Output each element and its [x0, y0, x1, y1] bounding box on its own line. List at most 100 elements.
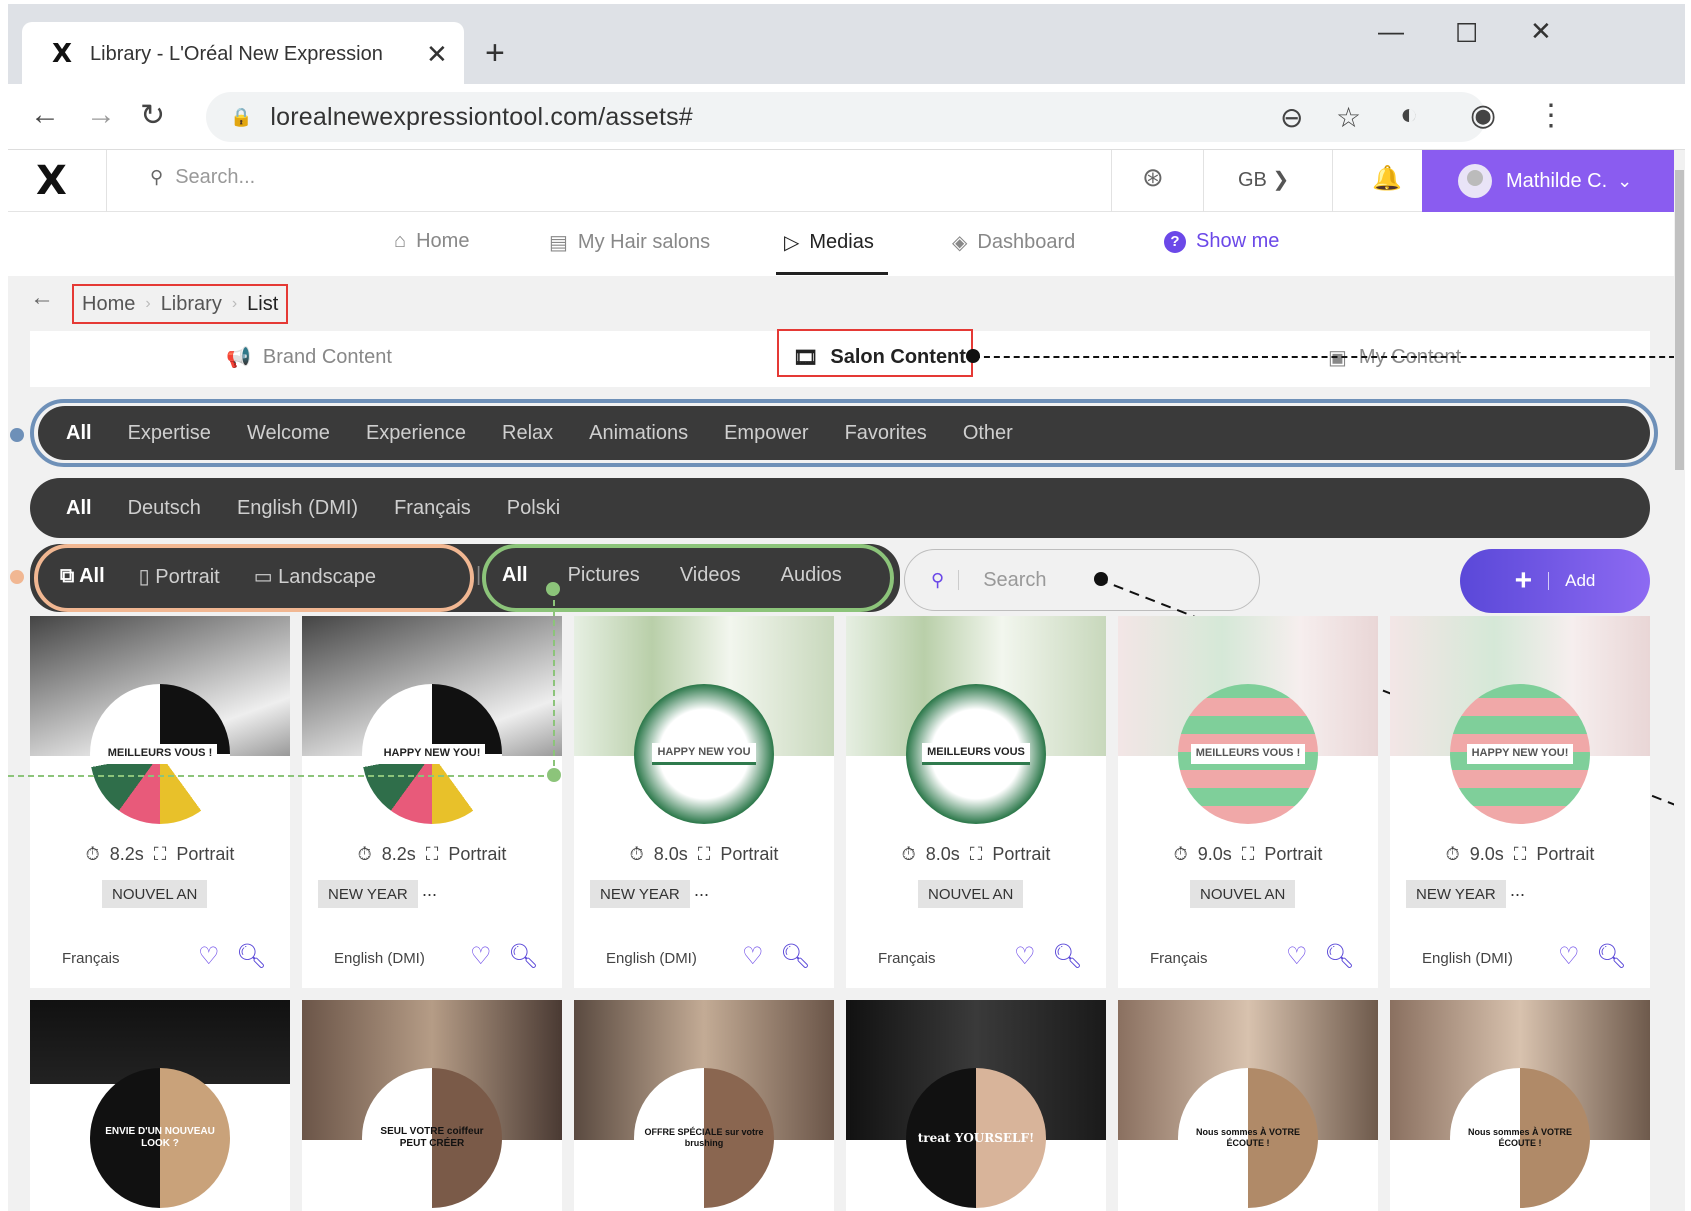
annotation-dot [10, 428, 24, 442]
theme-experience[interactable]: Experience [366, 422, 466, 445]
theme-welcome[interactable]: Welcome [247, 422, 330, 445]
media-videos[interactable]: Videos [680, 564, 741, 587]
menu-kebab-icon[interactable]: ⋮ [1536, 98, 1566, 133]
app-logo[interactable]: X [36, 158, 67, 204]
zoom-out-icon[interactable]: ⊖ [1280, 101, 1303, 134]
nav-dashboard[interactable]: ◈ Dashboard [952, 230, 1075, 255]
theme-other[interactable]: Other [963, 422, 1013, 445]
breadcrumb: Home › Library › List [72, 284, 289, 324]
media-pictures[interactable]: Pictures [568, 564, 640, 587]
more-tags[interactable]: ... [1510, 880, 1525, 901]
media-card[interactable]: Nous sommes À VOTRE ÉCOUTE ! [1390, 1000, 1650, 1211]
preview-text: Nous sommes À VOTRE ÉCOUTE ! [1467, 1127, 1573, 1148]
card-preview: treat YOURSELF! [906, 1068, 1046, 1208]
language-english[interactable]: English (DMI) [237, 497, 358, 520]
omnibox[interactable]: 🔒 lorealnewexpressiontool.com/assets# ⊖ … [206, 92, 1486, 142]
extension-icon[interactable]: ◐ [1400, 98, 1418, 132]
star-icon[interactable]: ☆ [1336, 101, 1361, 134]
tab-brand-content[interactable]: 📢 Brand Content [226, 345, 392, 370]
maximize-icon[interactable]: ☐ [1455, 18, 1478, 49]
header-search[interactable]: ⚲ Search... [150, 166, 255, 189]
user-menu[interactable]: Mathilde C. ⌄ [1422, 150, 1678, 212]
tag-badge: NOUVEL AN [918, 880, 1024, 908]
media-card[interactable]: SEUL VOTRE coiffeur PEUT CRÉER [302, 1000, 562, 1211]
preview-text: OFFRE SPÉCIALE sur votre brushing [644, 1127, 764, 1148]
back-arrow-icon[interactable]: ← [30, 284, 54, 312]
search-icon: ⚲ [150, 167, 164, 187]
timer-icon: ⏱ [1173, 844, 1188, 864]
tab-salon-content[interactable]: 🎞 Salon Content [793, 345, 966, 370]
reload-icon[interactable]: ↻ [140, 98, 165, 133]
theme-expertise[interactable]: Expertise [128, 422, 211, 445]
page-scrollbar[interactable] [1674, 150, 1685, 1211]
nav-medias[interactable]: ▷ Medias [776, 230, 888, 275]
language-francais[interactable]: Français [394, 497, 471, 520]
media-all[interactable]: All [502, 564, 528, 587]
filter-search-input[interactable]: Search [983, 569, 1046, 592]
media-card[interactable]: MEILLEURS VOUS ! ⏱ 8.2s ⛶ Portrait NOUVEL … [30, 616, 290, 988]
language-all[interactable]: All [66, 497, 92, 520]
more-tags[interactable]: ... [422, 880, 437, 901]
magnifier-icon[interactable]: 🔍︎ [236, 942, 266, 971]
language-deutsch[interactable]: Deutsch [128, 497, 201, 520]
media-card[interactable]: HAPPY NEW YOU ⏱ 8.0s ⛶ Portrait NEW YEAR .… [574, 616, 834, 988]
timer-icon: ⏱ [1445, 844, 1460, 864]
nav-hair-salons[interactable]: ▤ My Hair salons [549, 230, 710, 255]
magnifier-icon[interactable]: 🔍︎ [1596, 942, 1626, 971]
monitor-icon: ▭ [253, 566, 279, 588]
media-card[interactable]: Nous sommes À VOTRE ÉCOUTE ! [1118, 1000, 1378, 1211]
theme-relax[interactable]: Relax [502, 422, 553, 445]
heart-icon[interactable]: ♡ [742, 942, 764, 971]
card-preview: MEILLEURS VOUS [906, 684, 1046, 824]
divider: | [476, 564, 482, 586]
theme-empower[interactable]: Empower [724, 422, 808, 445]
frame-icon: ⛶ [697, 844, 711, 864]
heart-icon[interactable]: ♡ [1014, 942, 1036, 971]
window-close-icon[interactable]: ✕ [1530, 16, 1552, 47]
more-tags[interactable]: ... [694, 880, 709, 901]
theme-all[interactable]: All [66, 422, 92, 445]
browser-tab[interactable]: X Library - L'Oréal New Expression ✕ [22, 22, 464, 86]
nav-show-me[interactable]: ? Show me [1164, 230, 1279, 253]
orientation-all[interactable]: ⧉ All [60, 565, 105, 588]
bell-icon[interactable]: 🔔 [1372, 164, 1402, 193]
media-card[interactable]: HAPPY NEW YOU! ⏱ 9.0s ⛶ Portrait NEW YEAR … [1390, 616, 1650, 988]
media-card[interactable]: HAPPY NEW YOU! ⏱ 8.2s ⛶ Portrait NEW YEAR … [302, 616, 562, 988]
timer-icon: ⏱ [901, 844, 916, 864]
heart-icon[interactable]: ♡ [1558, 942, 1580, 971]
breadcrumb-library[interactable]: Library [161, 293, 222, 316]
tab-close-icon[interactable]: ✕ [426, 39, 448, 70]
frame-icon: ⛶ [425, 844, 439, 864]
magnifier-icon[interactable]: 🔍︎ [508, 942, 538, 971]
media-card[interactable]: MEILLEURS VOUS ⏱ 8.0s ⛶ Portrait NOUVEL AN… [846, 616, 1106, 988]
media-card[interactable]: MEILLEURS VOUS ! ⏱ 9.0s ⛶ Portrait NOUVEL … [1118, 616, 1378, 988]
breadcrumb-home[interactable]: Home [82, 293, 135, 316]
heart-icon[interactable]: ♡ [198, 942, 220, 971]
magnifier-icon[interactable]: 🔍︎ [1324, 942, 1354, 971]
magnifier-icon[interactable]: 🔍︎ [780, 942, 810, 971]
add-button[interactable]: + Add [1460, 549, 1650, 613]
media-card[interactable]: ENVIE D'UN NOUVEAU LOOK ? [30, 1000, 290, 1211]
heart-icon[interactable]: ♡ [470, 942, 492, 971]
orientation-portrait[interactable]: ▯ Portrait [139, 564, 220, 589]
media-card[interactable]: OFFRE SPÉCIALE sur votre brushing [574, 1000, 834, 1211]
header-search-input[interactable]: Search... [175, 166, 255, 189]
country-selector[interactable]: GB ❯ [1238, 167, 1289, 192]
heart-icon[interactable]: ♡ [1286, 942, 1308, 971]
language-polski[interactable]: Polski [507, 497, 560, 520]
media-card[interactable]: treat YOURSELF! [846, 1000, 1106, 1211]
minimize-icon[interactable]: — [1378, 16, 1404, 47]
support-lifebuoy-icon[interactable]: ⊛ [1142, 162, 1164, 193]
duration: 9.0s [1469, 844, 1504, 864]
back-arrow-icon[interactable]: ← [30, 98, 60, 132]
new-tab-button[interactable]: + [485, 34, 505, 73]
theme-animations[interactable]: Animations [589, 422, 688, 445]
forward-arrow-icon[interactable]: → [86, 98, 116, 132]
nav-home[interactable]: ⌂ Home [394, 230, 469, 253]
media-audios[interactable]: Audios [781, 564, 842, 587]
theme-favorites[interactable]: Favorites [845, 422, 927, 445]
scrollbar-thumb[interactable] [1675, 170, 1684, 470]
profile-icon[interactable]: ◉ [1470, 98, 1496, 133]
magnifier-icon[interactable]: 🔍︎ [1052, 942, 1082, 971]
orientation-landscape[interactable]: ▭ Landscape [254, 564, 376, 589]
